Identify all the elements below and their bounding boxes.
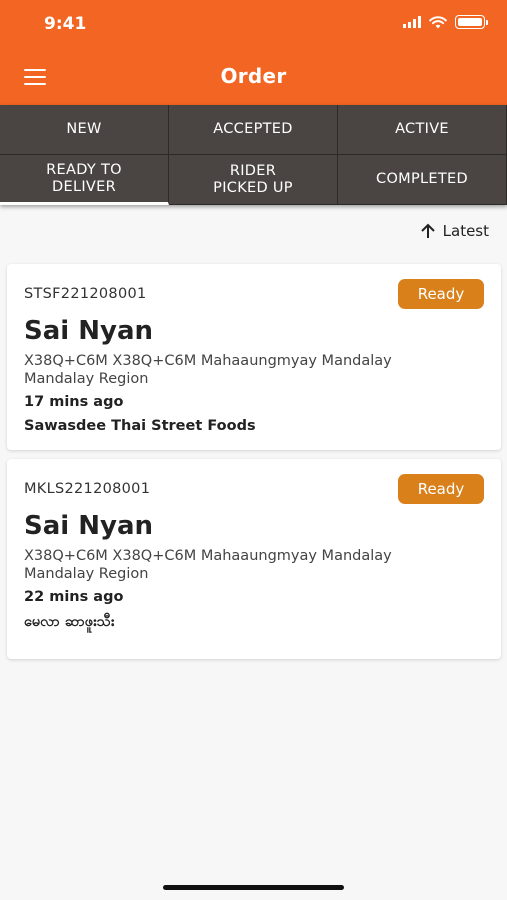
status-badge: Ready xyxy=(398,474,484,504)
app-header: 9:41 Order xyxy=(0,0,507,105)
sort-label: Latest xyxy=(442,222,489,240)
status-time: 9:41 xyxy=(44,14,87,34)
tab-ready-to-deliver[interactable]: READY TO DELIVER xyxy=(0,155,169,205)
delivery-address: X38Q+C6M X38Q+C6M Mahaaungmyay Mandalay … xyxy=(24,353,392,387)
signal-icon xyxy=(403,16,421,28)
arrow-up-icon xyxy=(420,223,435,238)
wifi-icon xyxy=(429,15,447,28)
customer-name: Sai Nyan xyxy=(24,316,153,346)
battery-icon xyxy=(455,15,488,29)
tab-accepted[interactable]: ACCEPTED xyxy=(169,105,338,155)
order-card[interactable]: MKLS221208001 Ready Sai Nyan X38Q+C6M X3… xyxy=(7,459,501,659)
page-title: Order xyxy=(220,64,287,88)
order-time-ago: 17 mins ago xyxy=(24,394,124,410)
customer-name: Sai Nyan xyxy=(24,511,153,541)
order-card[interactable]: STSF221208001 Ready Sai Nyan X38Q+C6M X3… xyxy=(7,264,501,450)
tab-rider-picked-up[interactable]: RIDER PICKED UP xyxy=(169,155,338,205)
sort-button[interactable]: Latest xyxy=(419,222,489,240)
order-code: STSF221208001 xyxy=(24,286,147,302)
status-icons xyxy=(403,15,488,29)
order-status-tabs: NEW ACCEPTED ACTIVE READY TO DELIVER RID… xyxy=(0,105,507,205)
shop-name: Sawasdee Thai Street Foods xyxy=(24,418,256,434)
shop-name: မေလာ ဆာဖူးသီး xyxy=(24,614,115,630)
order-code: MKLS221208001 xyxy=(24,481,151,497)
tab-new[interactable]: NEW xyxy=(0,105,169,155)
home-indicator[interactable] xyxy=(163,885,344,890)
status-badge: Ready xyxy=(398,279,484,309)
tab-completed[interactable]: COMPLETED xyxy=(338,155,507,205)
order-time-ago: 22 mins ago xyxy=(24,589,124,605)
delivery-address: X38Q+C6M X38Q+C6M Mahaaungmyay Mandalay … xyxy=(24,548,392,582)
tab-active[interactable]: ACTIVE xyxy=(338,105,507,155)
